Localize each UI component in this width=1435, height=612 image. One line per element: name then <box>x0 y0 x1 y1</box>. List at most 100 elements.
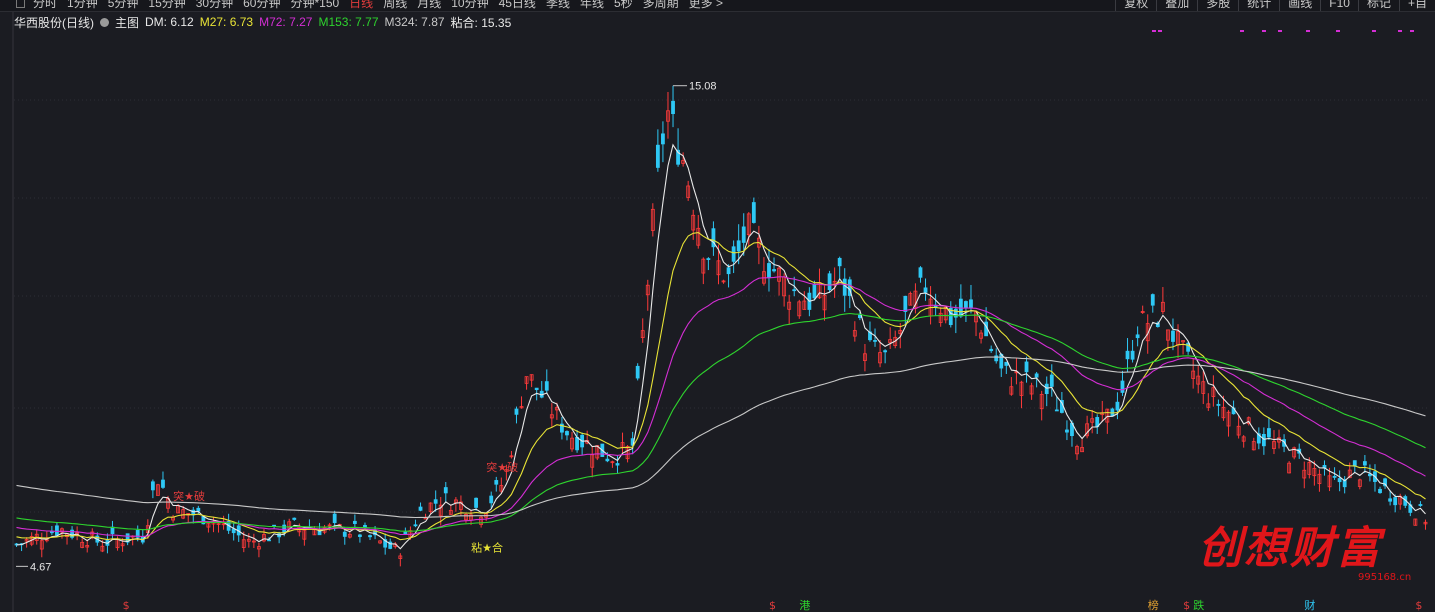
period-tab-8[interactable]: 周线 <box>383 0 407 11</box>
candle-body <box>741 226 746 243</box>
candle-body <box>1115 401 1120 411</box>
candle-body <box>671 100 675 115</box>
candle-body <box>1362 461 1367 466</box>
candle-body <box>1135 334 1140 339</box>
candle-body <box>918 267 923 278</box>
candle-body <box>1065 429 1069 433</box>
candle-body <box>1125 350 1130 360</box>
candle-body <box>418 506 423 511</box>
ma-line-dm <box>16 143 1426 550</box>
event-marker-3: 榜 <box>1148 598 1159 612</box>
candle-body <box>49 531 54 534</box>
candle-body <box>1034 373 1039 378</box>
candle-body <box>873 340 877 342</box>
period-tab-4[interactable]: 30分钟 <box>196 0 233 11</box>
top-marker <box>1372 30 1376 32</box>
candle-body <box>474 497 478 508</box>
candle-body <box>494 480 499 485</box>
candle-body <box>1049 374 1054 387</box>
toolbar-button-3[interactable]: 统计 <box>1238 0 1279 11</box>
candle-body <box>342 531 347 537</box>
period-tab-6[interactable]: 分钟*150 <box>290 0 339 11</box>
watermark-url: 995168.cn <box>1358 572 1412 583</box>
candle-body <box>544 381 549 391</box>
candle-body <box>792 289 797 292</box>
high-price-label: 15.08 <box>689 81 717 93</box>
candle-body <box>1378 488 1382 494</box>
candle-body <box>368 535 372 538</box>
signal-annotation-2: 粘★合 <box>471 541 503 555</box>
candle-body <box>661 133 665 145</box>
m324-value: M324: 7.87 <box>384 15 445 29</box>
toolbar-button-7[interactable]: +自 <box>1398 0 1435 11</box>
candle-body <box>352 520 357 524</box>
candle-body <box>534 387 539 391</box>
period-tab-3[interactable]: 15分钟 <box>148 0 185 11</box>
stock-name[interactable]: 华西股份(日线) <box>14 14 94 31</box>
candle-body <box>736 240 741 252</box>
toolbar-button-1[interactable]: 叠加 <box>1156 0 1197 11</box>
candle-body <box>1171 330 1175 342</box>
candle-body <box>767 263 771 278</box>
candle-body <box>964 301 968 309</box>
candle-body <box>443 487 448 494</box>
period-tab-10[interactable]: 10分钟 <box>451 0 488 11</box>
event-marker-4: $ <box>1183 599 1190 612</box>
candle-body <box>751 202 756 223</box>
watermark: 创想财富 995168.cn <box>1190 510 1412 590</box>
settings-icon[interactable] <box>100 17 109 27</box>
period-tab-5[interactable]: 60分钟 <box>243 0 280 11</box>
candle-body <box>1267 428 1271 438</box>
toolbar-button-2[interactable]: 多股 <box>1197 0 1238 11</box>
period-tab-16[interactable]: 更多 > <box>689 0 723 11</box>
period-tab-0[interactable]: 分时 <box>33 0 57 11</box>
period-tab-2[interactable]: 5分钟 <box>108 0 139 11</box>
top-marker <box>1410 30 1414 32</box>
period-tab-1[interactable]: 1分钟 <box>67 0 98 11</box>
signal-annotation-1: 突★破 <box>486 460 518 474</box>
candle-body <box>110 526 115 535</box>
candle-body <box>514 408 519 415</box>
period-tab-13[interactable]: 年线 <box>580 0 604 11</box>
event-marker-5: 跌 <box>1193 598 1204 612</box>
candle-body <box>989 348 994 352</box>
m72-value: M72: 7.27 <box>259 15 313 29</box>
layout-icon[interactable] <box>16 0 25 8</box>
candle-body <box>423 517 428 520</box>
event-marker-0: $ <box>123 599 130 612</box>
candle-body <box>731 246 736 262</box>
candle-body <box>837 257 842 267</box>
candle-body <box>923 287 928 293</box>
top-marker <box>1398 30 1402 32</box>
period-tab-12[interactable]: 季线 <box>546 0 570 11</box>
signal-annotation-0: 突★破 <box>173 489 205 503</box>
toolbar-button-4[interactable]: 画线 <box>1279 0 1320 11</box>
period-tab-15[interactable]: 多周期 <box>643 0 679 11</box>
period-tabs: 分时 1分钟 5分钟 15分钟 30分钟 60分钟 分钟*150 日线 周线 月线 10分钟 45日线… <box>0 0 733 11</box>
candle-body <box>1261 433 1266 447</box>
candle-body <box>196 507 201 512</box>
top-marker <box>1152 30 1156 32</box>
candle-body <box>1120 380 1125 393</box>
period-tab-7[interactable]: 日线 <box>349 0 373 11</box>
candle-body <box>55 525 59 536</box>
candle-body <box>1216 403 1221 406</box>
candle-body <box>883 350 888 353</box>
candle-body <box>1150 294 1155 306</box>
toolbar-button-5[interactable]: F10 <box>1320 0 1358 11</box>
dm-value: DM: 6.12 <box>145 15 194 29</box>
period-tab-9[interactable]: 月线 <box>417 0 441 11</box>
top-marker <box>1306 30 1310 32</box>
event-marker-7: $ <box>1415 599 1422 612</box>
period-tab-11[interactable]: 45日线 <box>499 0 536 11</box>
candle-body <box>413 524 418 527</box>
period-tab-14[interactable]: 5秒 <box>614 0 633 11</box>
candle-body <box>1337 478 1342 483</box>
candle-body <box>827 273 832 291</box>
toolbar-button-6[interactable]: 标记 <box>1357 0 1399 11</box>
toolbar-button-0[interactable]: 复权 <box>1115 0 1156 11</box>
ma-line-m153 <box>16 312 1426 532</box>
candle-body <box>903 295 908 312</box>
candle-body <box>575 436 579 451</box>
m27-value: M27: 6.73 <box>199 15 254 29</box>
